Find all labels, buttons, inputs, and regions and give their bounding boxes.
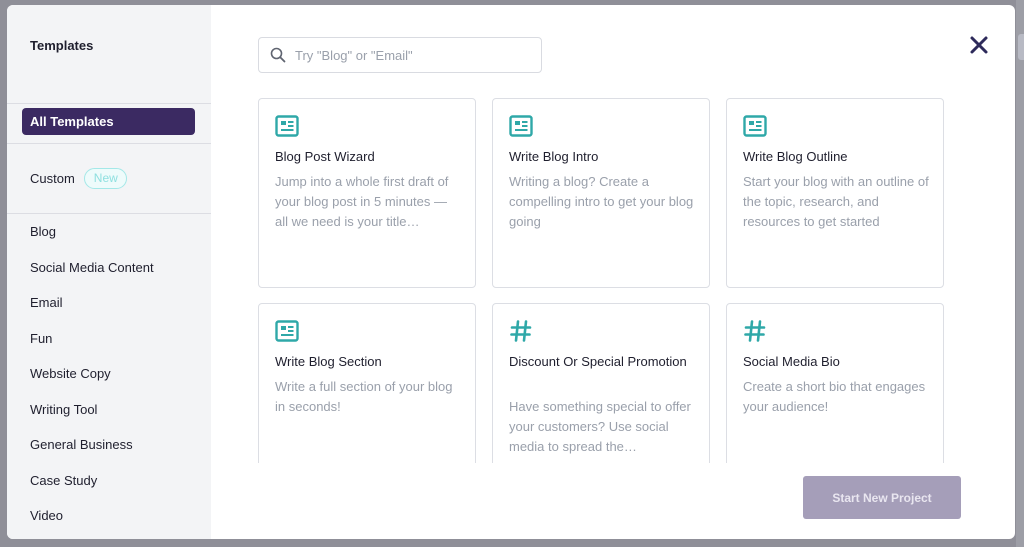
backdrop-edge: [1016, 0, 1024, 547]
hashtag-icon: [744, 320, 766, 342]
sidebar-item-email[interactable]: Email: [30, 295, 154, 331]
card-title: Social Media Bio: [743, 354, 840, 369]
card-description: Writing a blog? Create a compelling intr…: [509, 174, 694, 229]
template-card-write-blog-section[interactable]: Write Blog Section Write a full section …: [258, 303, 476, 463]
close-icon: [970, 36, 988, 54]
newspaper-icon: [743, 115, 767, 137]
start-new-project-button[interactable]: Start New Project: [803, 476, 961, 519]
sidebar-item-case-study[interactable]: Case Study: [30, 473, 154, 509]
newspaper-icon: [509, 115, 533, 137]
sidebar-item-website-copy[interactable]: Website Copy: [30, 366, 154, 402]
card-title: Blog Post Wizard: [275, 149, 375, 164]
sidebar-item-general-business[interactable]: General Business: [30, 437, 154, 473]
card-title: Write Blog Intro: [509, 149, 599, 164]
sidebar-item-label: Custom: [30, 171, 75, 186]
card-description: Have something special to offer your cus…: [509, 399, 691, 454]
search-box: [258, 37, 542, 73]
search-icon: [270, 47, 286, 63]
newspaper-icon: [275, 320, 299, 342]
newspaper-icon: [275, 115, 299, 137]
sidebar-item-custom[interactable]: Custom New: [30, 168, 127, 189]
template-card-write-blog-outline[interactable]: Write Blog Outline Start your blog with …: [726, 98, 944, 288]
sidebar-item-video[interactable]: Video: [30, 508, 154, 539]
card-description: Write a full section of your blog in sec…: [275, 379, 453, 414]
backdrop-tab: [1018, 34, 1024, 60]
card-description: Start your blog with an outline of the t…: [743, 174, 929, 229]
templates-modal: Templates All Templates Custom New Blog …: [7, 5, 1015, 539]
sidebar-item-all-templates[interactable]: All Templates: [22, 108, 195, 135]
search-input[interactable]: [295, 47, 535, 63]
sidebar-item-writing-tool[interactable]: Writing Tool: [30, 402, 154, 438]
template-grid: Blog Post Wizard Jump into a whole first…: [258, 98, 946, 463]
template-card-social-media-bio[interactable]: Social Media Bio Create a short bio that…: [726, 303, 944, 463]
sidebar-item-fun[interactable]: Fun: [30, 331, 154, 367]
hashtag-icon: [510, 320, 532, 342]
template-card-write-blog-intro[interactable]: Write Blog Intro Writing a blog? Create …: [492, 98, 710, 288]
category-list: Blog Social Media Content Email Fun Webs…: [30, 224, 154, 539]
sidebar: Templates All Templates Custom New Blog …: [7, 5, 211, 539]
sidebar-divider: [7, 143, 211, 144]
card-title: Discount Or Special Promotion: [509, 354, 687, 369]
template-card-blog-post-wizard[interactable]: Blog Post Wizard Jump into a whole first…: [258, 98, 476, 288]
close-button[interactable]: [967, 33, 991, 57]
card-title: Write Blog Section: [275, 354, 382, 369]
main-panel: Blog Post Wizard Jump into a whole first…: [211, 5, 1015, 539]
card-title: Write Blog Outline: [743, 149, 848, 164]
new-badge: New: [83, 168, 127, 189]
template-card-discount-or-special-promotion[interactable]: Discount Or Special Promotion Have somet…: [492, 303, 710, 463]
card-description: Jump into a whole first draft of your bl…: [275, 174, 449, 229]
sidebar-item-social-media-content[interactable]: Social Media Content: [30, 260, 154, 296]
card-description: Create a short bio that engages your aud…: [743, 379, 926, 414]
sidebar-divider: [7, 103, 211, 104]
sidebar-divider: [7, 213, 211, 214]
sidebar-item-blog[interactable]: Blog: [30, 224, 154, 260]
sidebar-title: Templates: [30, 38, 94, 53]
